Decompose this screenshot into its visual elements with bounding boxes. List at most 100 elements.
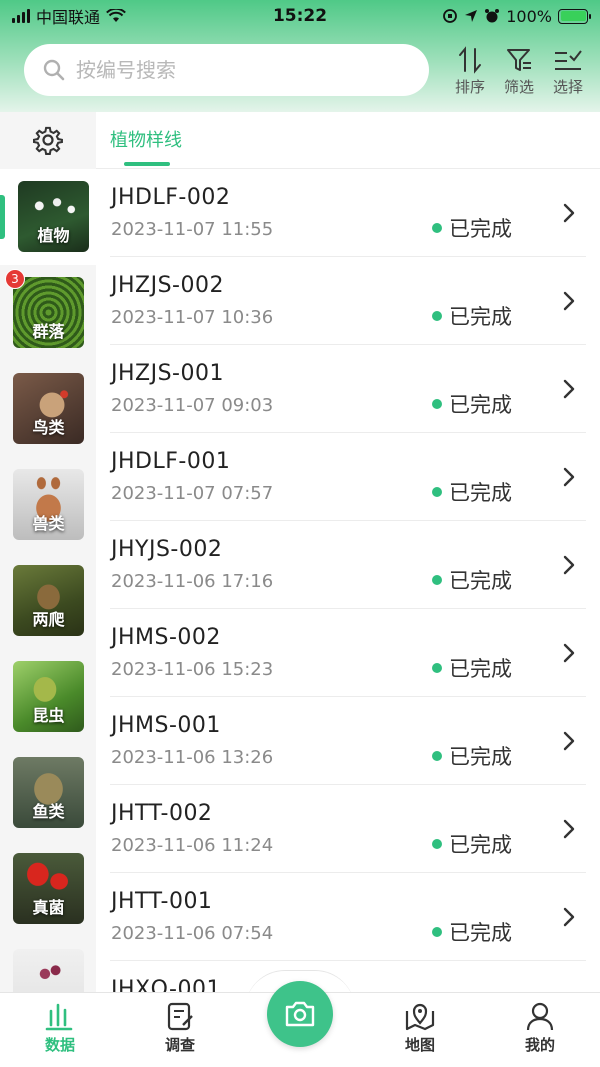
record-code: JHDLF-002: [111, 185, 231, 210]
record-datetime: 2023-11-07 11:55: [111, 219, 274, 240]
select-label: 选择: [552, 78, 583, 96]
status-dot: [432, 839, 442, 849]
status-dot: [432, 399, 442, 409]
category-fungus[interactable]: 真菌: [0, 841, 96, 937]
nav-survey[interactable]: 调查: [140, 1001, 220, 1055]
plant-thumbnail: 植物: [18, 181, 89, 252]
chevron-right-icon: [563, 819, 575, 839]
sort-button[interactable]: 排序: [450, 46, 490, 97]
header: 中国联通 15:22 100% 排序 筛选 选择: [0, 0, 600, 112]
table-row[interactable]: JHTT-001 2023-11-06 07:54 已完成: [110, 873, 586, 961]
status-badge: 已完成: [432, 301, 512, 331]
status-badge: 已完成: [432, 829, 512, 859]
camera-button[interactable]: [267, 981, 333, 1047]
fungus-thumbnail: 真菌: [13, 853, 84, 924]
gear-icon: [33, 126, 63, 155]
category-community[interactable]: 3 群落: [0, 265, 96, 361]
bar-chart-icon: [45, 1003, 73, 1031]
table-row[interactable]: JHZJS-002 2023-11-07 10:36 已完成: [110, 257, 586, 345]
record-datetime: 2023-11-06 11:24: [111, 835, 274, 856]
record-code: JHYJS-002: [111, 537, 223, 562]
flower-thumbnail: [13, 949, 84, 992]
battery-percent: 100%: [506, 6, 552, 26]
chevron-right-icon: [563, 643, 575, 663]
record-code: JHDLF-001: [111, 449, 231, 474]
camera-icon: [285, 1001, 315, 1027]
insect-thumbnail: 昆虫: [13, 661, 84, 732]
record-datetime: 2023-11-06 13:26: [111, 747, 274, 768]
carrier-label: 中国联通: [36, 8, 101, 27]
status-label: 已完成: [449, 569, 512, 593]
record-datetime: 2023-11-06 07:54: [111, 923, 274, 944]
table-row[interactable]: JHDLF-001 2023-11-07 07:57 已完成: [110, 433, 586, 521]
record-code: JHTT-002: [111, 801, 213, 826]
status-dot: [432, 223, 442, 233]
chevron-right-icon: [563, 731, 575, 751]
fish-thumbnail: 鱼类: [13, 757, 84, 828]
filter-button[interactable]: 筛选: [499, 46, 539, 97]
clock: 15:22: [272, 6, 328, 26]
status-label: 已完成: [449, 657, 512, 681]
orientation-lock-icon: [443, 9, 458, 23]
chevron-right-icon: [563, 555, 575, 575]
status-badge: 已完成: [432, 213, 512, 243]
category-amphibian-reptile[interactable]: 两爬: [0, 553, 96, 649]
record-code: JHTT-001: [111, 889, 213, 914]
chevron-right-icon: [563, 907, 575, 927]
wifi-icon: [106, 9, 126, 22]
record-list-panel: 植物样线 JHDLF-002 2023-11-07 11:55 已完成 JHZJS-0…: [96, 112, 600, 992]
category-sidebar: 植物 3 群落 鸟类 兽类 两爬 昆虫 鱼类 真菌: [0, 112, 96, 992]
table-row[interactable]: JHTT-002 2023-11-06 11:24 已完成: [110, 785, 586, 873]
sort-label: 排序: [454, 78, 485, 96]
status-dot: [432, 575, 442, 585]
amphibian-reptile-thumbnail: 两爬: [13, 565, 84, 636]
nav-data[interactable]: 数据: [20, 1001, 100, 1055]
status-dot: [432, 663, 442, 673]
active-tab-indicator: [124, 162, 170, 166]
status-label: 已完成: [449, 921, 512, 945]
table-row[interactable]: JHYJS-002 2023-11-06 17:16 已完成: [110, 521, 586, 609]
nav-profile[interactable]: 我的: [500, 1001, 580, 1055]
category-fish[interactable]: 鱼类: [0, 745, 96, 841]
filter-label: 筛选: [503, 78, 534, 96]
table-row[interactable]: JHMS-002 2023-11-06 15:23 已完成: [110, 609, 586, 697]
signal-icon: [12, 9, 30, 23]
table-row[interactable]: JHMS-001 2023-11-06 13:26 已完成: [110, 697, 586, 785]
bird-thumbnail: 鸟类: [13, 373, 84, 444]
chevron-right-icon: [563, 291, 575, 311]
status-label: 已完成: [449, 481, 512, 505]
status-label: 已完成: [449, 217, 512, 241]
tab-bar: 植物样线: [96, 112, 600, 169]
nav-map-label: 地图: [404, 1036, 435, 1054]
table-row[interactable]: JHZJS-001 2023-11-07 09:03 已完成: [110, 345, 586, 433]
record-code: JHMS-001: [111, 713, 221, 738]
settings-button[interactable]: [30, 122, 66, 158]
select-button[interactable]: 选择: [548, 46, 588, 97]
status-badge: 已完成: [432, 741, 512, 771]
tab-plant-transect[interactable]: 植物样线: [110, 126, 182, 152]
category-bird[interactable]: 鸟类: [0, 361, 96, 457]
mammal-thumbnail: 兽类: [13, 469, 84, 540]
category-plant[interactable]: 植物: [0, 169, 96, 265]
status-badge: 已完成: [432, 917, 512, 947]
category-flower[interactable]: [0, 937, 96, 992]
search-icon: [43, 59, 65, 81]
search-input[interactable]: [76, 58, 396, 82]
nav-map[interactable]: 地图: [380, 1001, 460, 1055]
record-datetime: 2023-11-07 07:57: [111, 483, 274, 504]
status-label: 已完成: [449, 833, 512, 857]
status-bar: 中国联通 15:22 100%: [0, 0, 600, 32]
category-mammal[interactable]: 兽类: [0, 457, 96, 553]
table-row[interactable]: JHDLF-002 2023-11-07 11:55 已完成: [110, 169, 586, 257]
sort-icon: [459, 46, 481, 74]
category-insect[interactable]: 昆虫: [0, 649, 96, 745]
unread-badge: 3: [5, 269, 25, 289]
alarm-icon: [485, 9, 500, 23]
nav-profile-label: 我的: [524, 1036, 555, 1054]
status-badge: 已完成: [432, 653, 512, 683]
status-dot: [432, 751, 442, 761]
filter-icon: [507, 49, 531, 71]
status-label: 已完成: [449, 393, 512, 417]
status-label: 已完成: [449, 745, 512, 769]
search-bar[interactable]: [24, 44, 429, 96]
